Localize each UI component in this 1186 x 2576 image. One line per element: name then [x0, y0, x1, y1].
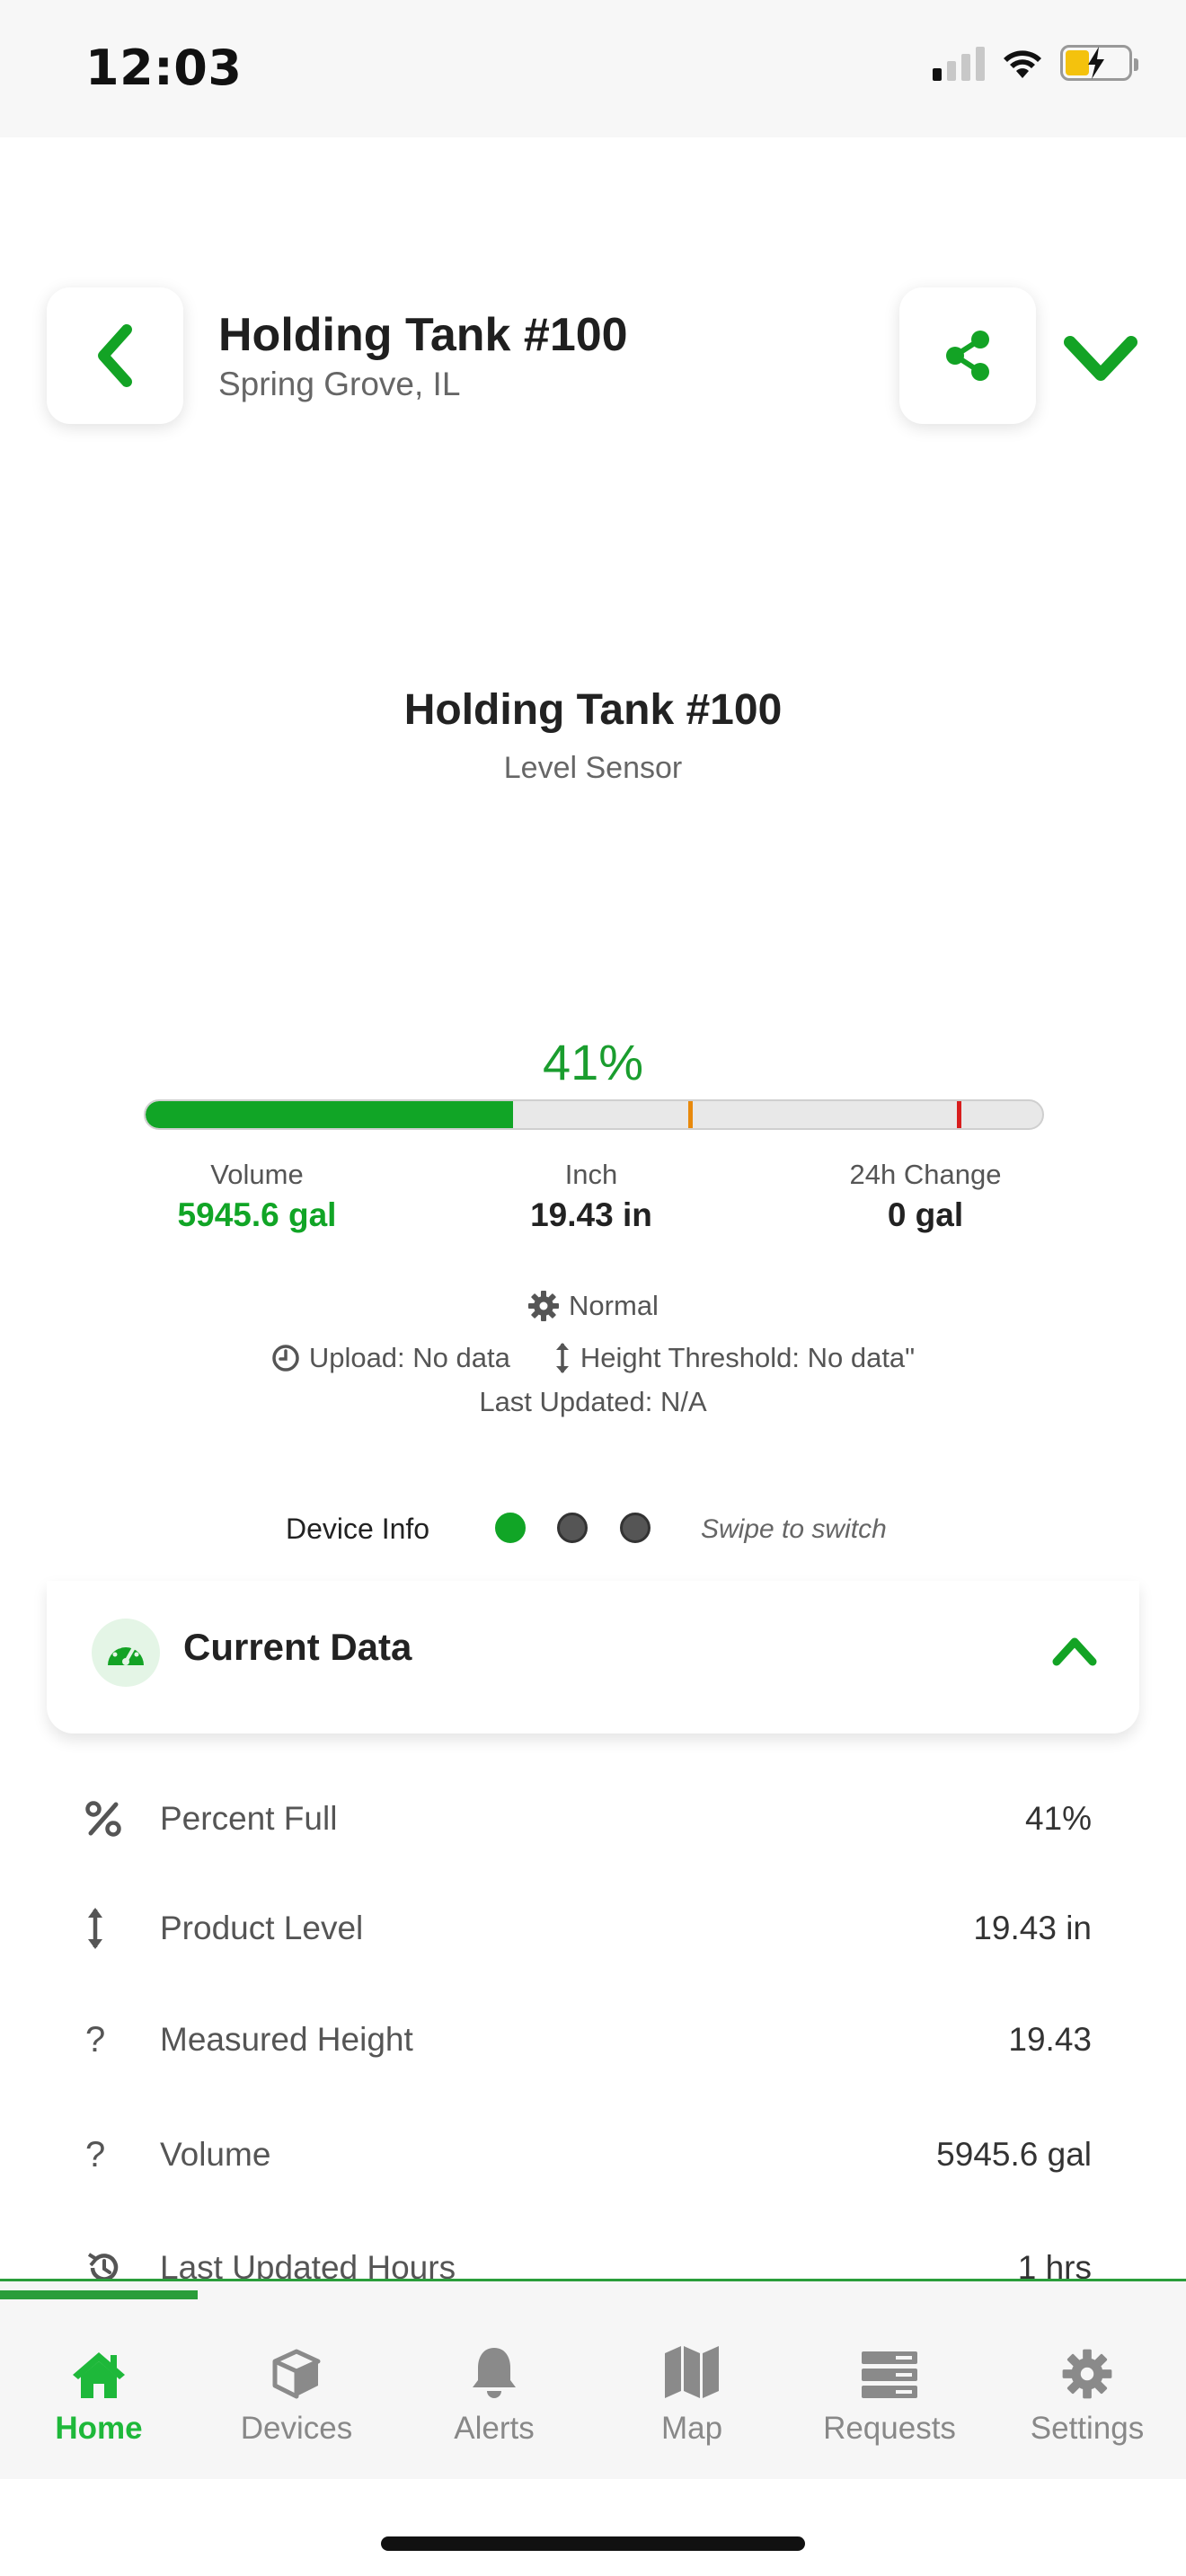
map-icon: [593, 2335, 791, 2400]
page-subtitle: Spring Grove, IL: [218, 366, 461, 402]
collapse-button[interactable]: [1051, 1635, 1098, 1672]
stat-volume-value: 5945.6 gal: [177, 1196, 337, 1233]
question-icon: ?: [85, 2019, 106, 2060]
gauge-icon: [92, 1619, 160, 1687]
upload-threshold-status: Upload: No data Height Threshold: No dat…: [0, 1341, 1186, 1375]
data-row-label: Measured Height: [160, 2021, 413, 2058]
page-title: Holding Tank #100: [218, 309, 628, 361]
tab-requests[interactable]: Requests: [791, 2335, 988, 2447]
stat-24h-change-value: 0 gal: [887, 1196, 964, 1233]
status-bar: 12:03: [0, 0, 1186, 137]
mode-status: Normal: [0, 1290, 1186, 1322]
data-row-label: Product Level: [160, 1910, 364, 1946]
chevron-left-icon: [98, 324, 132, 387]
level-percent: 41%: [542, 1034, 644, 1090]
level-bar-fill: [146, 1101, 514, 1128]
device-info-pager[interactable]: Device Info Swipe to switch: [0, 1505, 1186, 1552]
data-row-product-level: Product Level 19.43 in: [85, 1897, 1092, 1960]
status-icons: [933, 45, 1138, 81]
home-icon: [0, 2335, 198, 2400]
data-row-value: 5945.6 gal: [936, 2136, 1092, 2173]
wifi-icon: [1004, 50, 1041, 78]
data-row-value: 19.43 in: [973, 1910, 1092, 1946]
level-bar: [144, 1099, 1044, 1130]
share-icon: [946, 331, 989, 381]
question-icon: ?: [85, 2134, 106, 2175]
vertical-arrows-icon: [555, 1343, 569, 1373]
tab-map[interactable]: Map: [593, 2335, 791, 2447]
data-row-label: Volume: [160, 2136, 271, 2173]
tab-label: Home: [55, 2411, 143, 2446]
cube-icon: [198, 2335, 395, 2400]
back-button[interactable]: [47, 287, 183, 424]
pager-dot-2[interactable]: [557, 1513, 588, 1543]
data-row-percent-full: Percent Full 41%: [85, 1787, 1092, 1850]
home-indicator[interactable]: [381, 2536, 805, 2551]
level-threshold-warning: [687, 1101, 693, 1128]
height-threshold-text: Height Threshold: No data": [580, 1342, 916, 1373]
device-name: Holding Tank #100: [403, 686, 783, 734]
data-row-measured-height: ? Measured Height 19.43: [85, 2008, 1092, 2071]
tab-home[interactable]: Home: [0, 2335, 198, 2447]
stat-inch-value: 19.43 in: [530, 1196, 652, 1233]
device-info-label: Device Info: [286, 1513, 430, 1545]
tab-alerts[interactable]: Alerts: [395, 2335, 593, 2447]
data-row-value: 41%: [1024, 1800, 1092, 1837]
percent-icon: [85, 1801, 130, 1837]
stat-inch-label: Inch: [564, 1159, 618, 1190]
tab-label: Map: [660, 2411, 723, 2446]
stat-volume: Volume 5945.6 gal: [122, 1159, 392, 1234]
server-icon: [791, 2335, 988, 2400]
data-row-value: 19.43: [1008, 2021, 1092, 2058]
tab-divider: [0, 2279, 1186, 2281]
swipe-hint: Swipe to switch: [701, 1514, 887, 1544]
gear-icon: [528, 1291, 560, 1321]
gear-icon: [988, 2335, 1186, 2400]
mode-status-text: Normal: [569, 1290, 659, 1321]
chevron-up-icon: [1052, 1637, 1097, 1666]
tab-settings[interactable]: Settings: [988, 2335, 1186, 2447]
home-indicator-area: [0, 2479, 1186, 2576]
share-button[interactable]: [899, 287, 1036, 424]
vertical-arrows-icon: [85, 1906, 130, 1951]
chevron-down-icon: [1064, 336, 1137, 381]
status-time: 12:03: [85, 40, 243, 96]
clock-icon: [272, 1345, 299, 1372]
tab-bar: Home Devices Alerts Map Requests Setting…: [0, 2281, 1186, 2479]
last-updated-status: Last Updated: N/A: [0, 1386, 1186, 1418]
active-tab-indicator: [0, 2290, 198, 2299]
level-threshold-critical: [957, 1101, 962, 1128]
data-row-label: Percent Full: [160, 1800, 338, 1837]
menu-toggle-button[interactable]: [1060, 328, 1141, 391]
tab-label: Alerts: [454, 2411, 535, 2446]
tab-devices[interactable]: Devices: [198, 2335, 395, 2447]
tab-label: Devices: [240, 2411, 353, 2446]
current-data-title: Current Data: [183, 1626, 412, 1668]
stat-volume-label: Volume: [210, 1159, 304, 1190]
pager-dot-1[interactable]: [495, 1513, 526, 1543]
device-type: Level Sensor: [503, 751, 683, 785]
tab-label: Settings: [1030, 2411, 1145, 2446]
stat-inch: Inch 19.43 in: [456, 1159, 726, 1234]
last-updated-text: Last Updated: N/A: [479, 1386, 707, 1417]
pager-dot-3[interactable]: [620, 1513, 651, 1543]
stat-24h-change-label: 24h Change: [849, 1159, 1002, 1190]
current-data-header[interactable]: Current Data: [47, 1581, 1139, 1734]
battery-icon: [1060, 45, 1138, 81]
tab-label: Requests: [823, 2411, 956, 2446]
bell-icon: [395, 2335, 593, 2400]
upload-status-text: Upload: No data: [308, 1342, 510, 1373]
stat-24h-change: 24h Change 0 gal: [791, 1159, 1060, 1234]
cellular-signal-icon: [933, 45, 985, 81]
data-row-volume: ? Volume 5945.6 gal: [85, 2123, 1092, 2186]
